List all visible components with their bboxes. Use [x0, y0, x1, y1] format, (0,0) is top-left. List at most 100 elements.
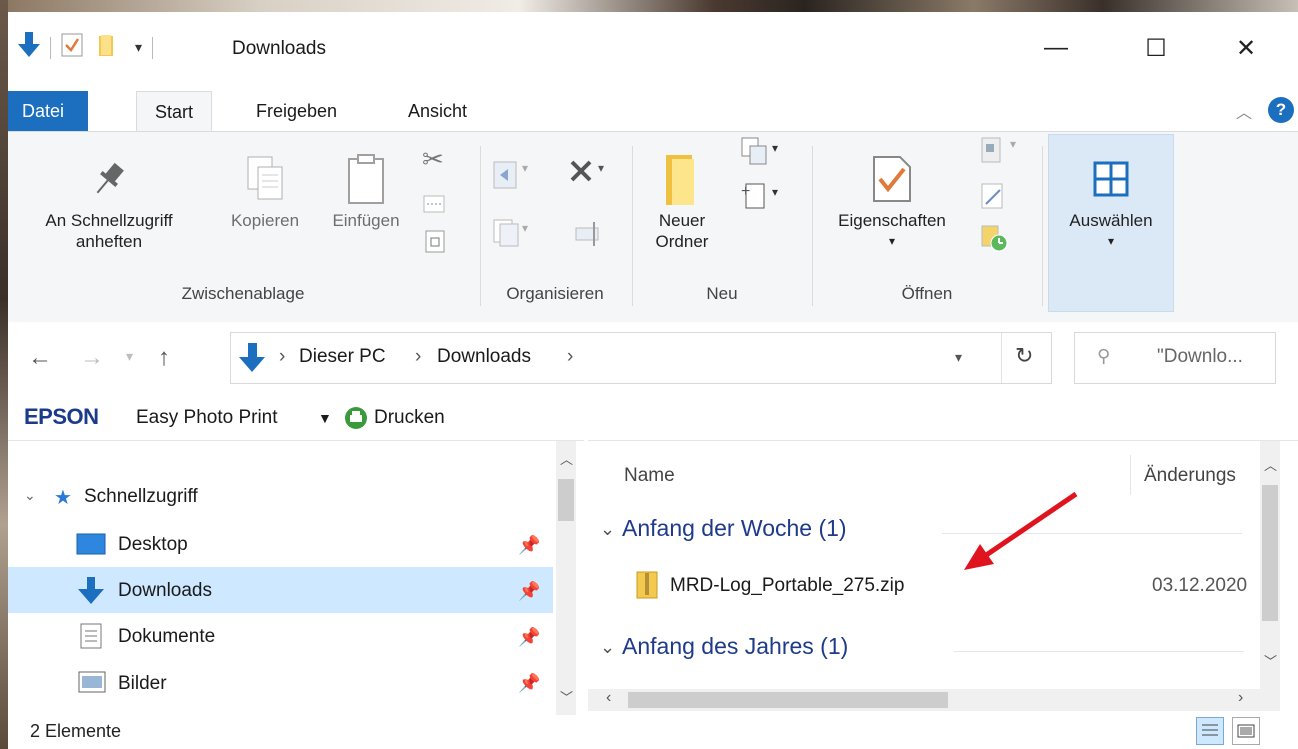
copy-label: Kopieren: [230, 211, 300, 230]
file-scroll-thumb[interactable]: [1262, 485, 1278, 621]
desktop-background-left: [0, 0, 8, 749]
svg-text:▾: ▾: [1010, 137, 1016, 151]
easy-access-icon[interactable]: + ▾: [736, 180, 786, 219]
scroll-up-icon[interactable]: ︿: [1264, 455, 1277, 474]
up-arrow-icon[interactable]: ↑: [158, 344, 170, 372]
copy-path-icon[interactable]: [422, 192, 446, 221]
select-grid-icon: [1048, 148, 1174, 210]
collapse-ribbon-icon[interactable]: ︿: [1236, 99, 1252, 123]
address-field[interactable]: › Dieser PC › Downloads › ▾ ↻: [230, 332, 1052, 384]
pin-icon: 📌: [518, 535, 541, 555]
properties-button[interactable]: Eigenschaften ▾: [814, 148, 970, 252]
epson-logo: EPSON: [24, 404, 99, 429]
address-bar-row: ← → ▾ ↑ › Dieser PC › Downloads › ▾ ↻ ⚲ …: [8, 322, 1298, 392]
documents-icon: [80, 623, 102, 654]
breadcrumb-dieser-pc[interactable]: Dieser PC: [299, 346, 386, 368]
maximize-button[interactable]: ☐: [1134, 28, 1178, 68]
item-count: 2 Elemente: [30, 721, 122, 741]
navigation-pane: ⌄ ★ Schnellzugriff Desktop 📌 Downloads 📌…: [8, 440, 584, 716]
customize-toolbar-dropdown-icon[interactable]: ▾: [135, 39, 142, 56]
copy-to-icon[interactable]: ▾: [492, 218, 536, 253]
svg-text:▾: ▾: [522, 221, 528, 235]
back-arrow-icon[interactable]: ←: [28, 344, 52, 372]
tab-start[interactable]: Start: [136, 91, 213, 132]
group-header-this-week[interactable]: Anfang der Woche (1): [622, 515, 847, 542]
pin-to-quick-access-button[interactable]: An Schnellzugriff anheften: [8, 148, 210, 252]
horizontal-scroll-thumb[interactable]: [628, 692, 948, 708]
toolbar-separator: [50, 36, 51, 59]
svg-text:▾: ▾: [598, 161, 604, 175]
delete-icon[interactable]: ▾: [568, 156, 614, 191]
folder-icon: [642, 148, 722, 210]
tab-datei[interactable]: Datei: [8, 91, 89, 131]
column-header-name[interactable]: Name: [624, 465, 675, 487]
easy-photo-print-dropdown-icon[interactable]: ▼: [318, 410, 332, 426]
breadcrumb-separator: ›: [567, 346, 574, 367]
nav-item-desktop[interactable]: Desktop 📌: [8, 521, 553, 567]
downloads-location-icon: [239, 343, 265, 378]
print-button[interactable]: Drucken: [374, 407, 445, 429]
nav-scroll-thumb[interactable]: [558, 479, 574, 521]
large-icons-view-button[interactable]: [1232, 717, 1260, 745]
address-dropdown-icon[interactable]: ▾: [955, 349, 962, 366]
group-chevron-icon[interactable]: ⌄: [600, 637, 615, 658]
recent-locations-icon[interactable]: ▾: [126, 348, 133, 365]
paste-button[interactable]: Einfügen: [318, 148, 414, 231]
scroll-left-icon[interactable]: ‹: [606, 689, 611, 707]
easy-photo-print-button[interactable]: Easy Photo Print: [136, 407, 278, 429]
column-header-modified[interactable]: Änderungs: [1144, 465, 1236, 487]
scroll-up-icon[interactable]: ︿: [560, 449, 573, 468]
explorer-window: ▾ Downloads — ☐ ✕ Datei Start Freigeben …: [8, 12, 1298, 749]
new-folder-label-line2: Ordner: [655, 232, 709, 251]
search-input[interactable]: ⚲ "Downlo...: [1074, 332, 1276, 384]
details-view-button[interactable]: [1196, 717, 1224, 745]
breadcrumb-separator: ›: [415, 346, 422, 367]
select-dropdown-icon: ▾: [1107, 234, 1115, 248]
nav-item-pictures[interactable]: Bilder 📌: [8, 667, 553, 713]
edit-icon[interactable]: [980, 182, 1008, 215]
new-folder-icon[interactable]: [97, 33, 121, 62]
open-with-icon[interactable]: ▾: [976, 136, 1026, 171]
tab-ansicht[interactable]: Ansicht: [390, 91, 485, 131]
breadcrumb-downloads[interactable]: Downloads: [437, 346, 531, 368]
group-separator: [812, 146, 813, 306]
history-icon[interactable]: [980, 224, 1010, 259]
scroll-down-icon[interactable]: ﹀: [560, 687, 573, 706]
nav-item-downloads[interactable]: Downloads 📌: [8, 567, 553, 613]
close-button[interactable]: ✕: [1224, 28, 1268, 68]
help-icon[interactable]: ?: [1268, 97, 1294, 123]
nav-item-quick-access[interactable]: ⌄ ★ Schnellzugriff: [8, 473, 553, 519]
cut-icon[interactable]: ✂: [422, 144, 444, 175]
status-bar: 2 Elemente: [8, 715, 1298, 749]
group-header-this-year[interactable]: Anfang des Jahres (1): [622, 633, 848, 660]
forward-arrow-icon[interactable]: →: [80, 344, 104, 372]
paste-shortcut-icon[interactable]: [424, 228, 446, 259]
select-button[interactable]: Auswählen ▾: [1048, 148, 1174, 252]
scroll-right-icon[interactable]: ›: [1238, 689, 1243, 707]
pin-icon: 📌: [518, 673, 541, 693]
horizontal-scrollbar[interactable]: ‹ ›: [588, 689, 1260, 711]
nav-item-documents[interactable]: Dokumente 📌: [8, 613, 553, 659]
paste-label: Einfügen: [332, 211, 400, 230]
new-folder-button[interactable]: Neuer Ordner: [642, 148, 722, 252]
tab-freigeben[interactable]: Freigeben: [238, 91, 355, 131]
nav-label-pictures: Bilder: [118, 673, 167, 694]
scroll-down-icon[interactable]: ﹀: [1264, 651, 1277, 670]
rename-icon[interactable]: [574, 220, 604, 253]
chevron-down-icon[interactable]: ⌄: [24, 487, 36, 504]
nav-pane-scrollbar[interactable]: ︿ ﹀: [556, 441, 576, 716]
file-pane-scrollbar[interactable]: ︿ ﹀: [1260, 441, 1280, 711]
new-folder-label-line1: Neuer: [658, 211, 706, 230]
group-label-organize: Organisieren: [506, 284, 604, 303]
move-to-icon[interactable]: ▾: [492, 160, 536, 195]
desktop-icon: [76, 533, 106, 560]
minimize-button[interactable]: —: [1034, 28, 1078, 68]
properties-check-icon[interactable]: [61, 33, 83, 62]
file-name: MRD-Log_Portable_275.zip: [670, 575, 905, 596]
pin-label-line1: An Schnellzugriff: [45, 211, 173, 230]
file-row[interactable]: MRD-Log_Portable_275.zip 03.12.2020: [588, 565, 1258, 607]
refresh-icon[interactable]: ↻: [1015, 343, 1033, 369]
group-chevron-icon[interactable]: ⌄: [600, 519, 615, 540]
new-item-icon[interactable]: ▾: [736, 136, 786, 175]
copy-button[interactable]: Kopieren: [212, 148, 318, 231]
